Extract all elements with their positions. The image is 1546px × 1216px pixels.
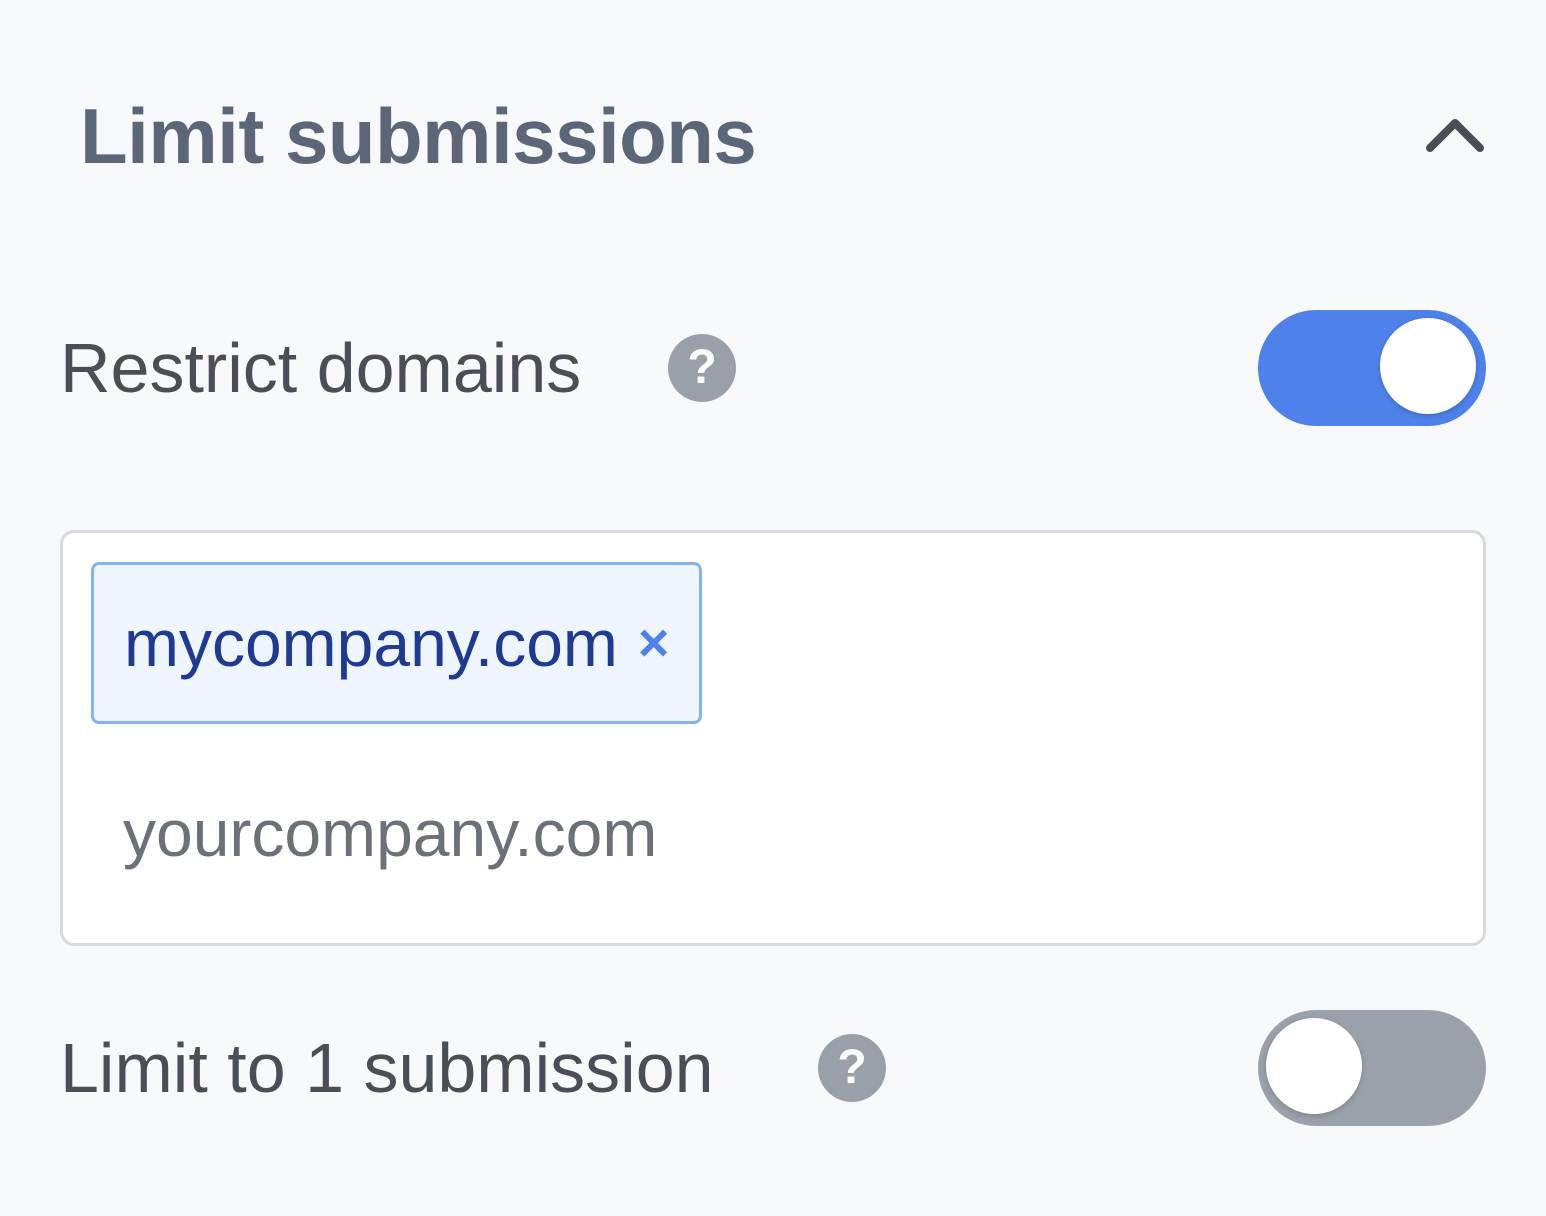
- toggle-knob: [1380, 318, 1476, 414]
- restrict-domains-label: Restrict domains: [60, 329, 582, 407]
- limit-one-submission-label: Limit to 1 submission: [60, 1029, 714, 1107]
- domain-input[interactable]: [123, 783, 1323, 883]
- limit-one-submission-toggle[interactable]: [1258, 1010, 1486, 1126]
- limit-one-submission-row: Limit to 1 submission ?: [60, 1010, 1486, 1126]
- restrict-domains-toggle[interactable]: [1258, 310, 1486, 426]
- toggle-knob: [1266, 1018, 1362, 1114]
- chevron-up-icon[interactable]: [1420, 98, 1490, 168]
- close-icon[interactable]: ×: [638, 616, 670, 670]
- restrict-domains-row: Restrict domains ?: [60, 310, 1486, 426]
- section-header[interactable]: Limit submissions: [80, 78, 1490, 188]
- domain-tag-label: mycompany.com: [124, 606, 618, 680]
- question-circle-icon[interactable]: ?: [818, 1034, 886, 1102]
- question-circle-icon[interactable]: ?: [668, 334, 736, 402]
- domain-tag: mycompany.com ×: [91, 562, 703, 724]
- domain-tags-input[interactable]: mycompany.com ×: [60, 530, 1486, 946]
- limit-submissions-panel: Limit submissions Restrict domains ? myc…: [0, 0, 1546, 1216]
- section-title: Limit submissions: [80, 92, 757, 180]
